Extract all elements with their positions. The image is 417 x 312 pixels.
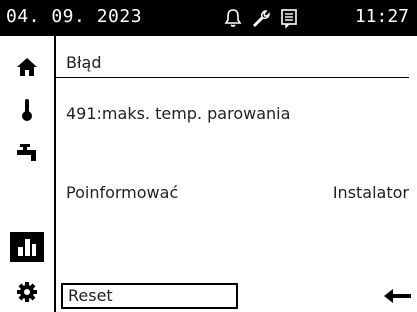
reset-button[interactable]: Reset [61, 283, 238, 309]
home-icon [17, 58, 37, 76]
nav-item-statistics[interactable] [10, 232, 44, 262]
back-arrow-icon [384, 289, 411, 303]
sidebar-nav [0, 36, 54, 312]
nav-item-settings[interactable] [10, 277, 44, 307]
back-button[interactable] [383, 286, 413, 306]
status-time: 11:27 [354, 6, 409, 27]
nav-item-hot-water[interactable] [10, 138, 44, 168]
thermometer-icon [22, 99, 32, 121]
wrench-icon[interactable] [250, 7, 272, 29]
bell-icon[interactable] [222, 7, 244, 29]
title-divider [56, 77, 409, 78]
page-title: Błąd [66, 53, 102, 72]
gear-icon [17, 282, 37, 302]
bar-chart-icon [18, 239, 36, 256]
status-icons [222, 6, 300, 30]
faucet-icon [17, 144, 36, 161]
status-date: 04. 09. 2023 [6, 6, 143, 27]
error-message: 491:maks. temp. parowania [66, 104, 291, 123]
document-icon[interactable] [278, 7, 300, 29]
nav-item-home[interactable] [10, 52, 44, 82]
status-bar: 04. 09. 2023 11:27 [0, 0, 417, 36]
notify-label: Poinformować [66, 183, 179, 202]
notify-value: Instalator [332, 183, 409, 202]
nav-item-heating[interactable] [10, 95, 44, 125]
